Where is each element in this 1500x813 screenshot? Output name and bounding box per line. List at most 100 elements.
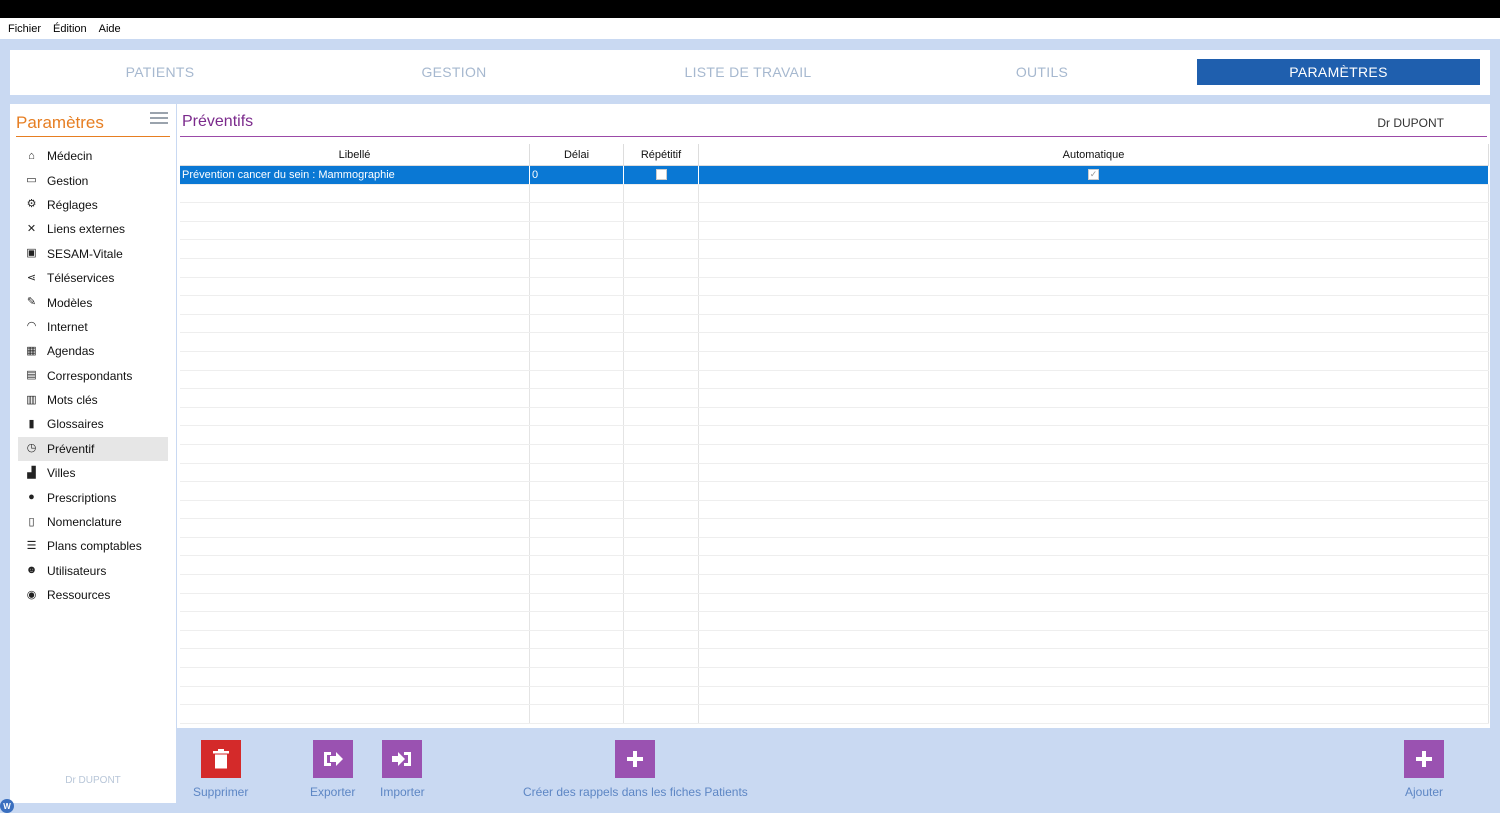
sidebar-item-villes[interactable]: ▟ Villes [18,461,168,485]
empty-cell [180,500,530,519]
title-divider [180,136,1487,137]
sidebar-item-sesam-vitale[interactable]: ▣ SESAM-Vitale [18,242,168,266]
sidebar-item-preventif[interactable]: ◷ Préventif [18,436,168,462]
cell-repetitif[interactable] [624,166,699,184]
import-icon [392,752,412,766]
empty-table-row [180,463,1489,483]
empty-table-row [180,184,1489,204]
hamburger-menu-icon[interactable] [150,112,168,126]
empty-cell [624,500,699,519]
create-reminders-action[interactable]: Créer des rappels dans les fiches Patien… [523,740,748,799]
sidebar-item-ressources[interactable]: ◉ Ressources [18,583,168,607]
create-reminders-label[interactable]: Créer des rappels dans les fiches Patien… [523,785,748,799]
column-header-automatique[interactable]: Automatique [699,144,1489,165]
sidebar-item-plans-comptables[interactable]: ☰ Plans comptables [18,534,168,558]
column-header-repetitif[interactable]: Répétitif [624,144,699,165]
import-label[interactable]: Importer [380,785,425,799]
empty-cell [624,184,699,203]
empty-cell [699,668,1489,686]
bar-chart-icon: ▥ [26,393,37,406]
empty-cell [530,351,624,370]
empty-cell [624,351,699,370]
empty-cell [699,426,1489,444]
table-row[interactable]: Prévention cancer du sein : Mammographie… [180,166,1489,185]
sidebar-item-internet[interactable]: ◠ Internet [18,315,168,339]
sidebar-item-label: Nomenclature [47,515,122,530]
delete-button[interactable] [200,740,241,778]
empty-cell [180,668,530,686]
window-titlebar [0,0,1500,18]
column-header-libelle[interactable]: Libellé [180,144,530,165]
cell-delai[interactable]: 0 [530,166,624,184]
sidebar-item-label: Prescriptions [47,490,117,505]
empty-cell [624,426,699,444]
menu-aide[interactable]: Aide [99,23,121,35]
sidebar-item-liens-externes[interactable]: ✕ Liens externes [18,217,168,241]
empty-cell [180,240,530,258]
sidebar-item-teleservices[interactable]: ⋖ Téléservices [18,266,168,290]
cell-automatique[interactable]: ✓ [699,166,1489,184]
empty-cell [180,296,530,314]
sidebar-item-nomenclature[interactable]: ▯ Nomenclature [18,510,168,534]
empty-cell [530,519,624,537]
sidebar-item-utilisateurs[interactable]: ☻ Utilisateurs [18,559,168,583]
empty-table-row [180,240,1489,259]
export-button[interactable] [312,740,353,778]
empty-cell [530,705,624,723]
repetitif-checkbox[interactable] [655,169,667,181]
sidebar-item-reglages[interactable]: ⚙ Réglages [18,193,168,217]
menu-edition[interactable]: Édition [53,23,87,35]
sidebar-item-prescriptions[interactable]: ● Prescriptions [18,485,168,509]
sidebar-nav: ⌂ Médecin ▭ Gestion ⚙ Réglages ✕ Liens externes… [18,144,168,607]
menu-bar: Fichier Édition Aide [0,18,1500,39]
binoculars-icon: ◉ [26,588,37,601]
empty-cell [699,649,1489,668]
sidebar-item-agendas[interactable]: ▦ Agendas [18,339,168,363]
empty-cell [530,203,624,221]
empty-cell [530,612,624,630]
add-button[interactable] [1404,740,1444,778]
empty-cell [530,370,624,389]
tab-liste-de-travail[interactable]: LISTE DE TRAVAIL [601,59,895,85]
add-action[interactable]: Ajouter [1404,740,1444,799]
empty-cell [530,482,624,500]
column-header-delai[interactable]: Délai [530,144,624,165]
empty-cell [530,444,624,463]
tab-parametres[interactable]: PARAMÈTRES [1197,59,1480,85]
delete-action[interactable]: Supprimer [193,740,248,799]
empty-cell [624,649,699,668]
sidebar-item-glossaires[interactable]: ▮ Glossaires [18,412,168,436]
cell-libelle[interactable]: Prévention cancer du sein : Mammographie [180,166,530,184]
empty-cell [699,296,1489,314]
sidebar-item-medecin[interactable]: ⌂ Médecin [18,144,168,168]
empty-cell [624,296,699,314]
sidebar-item-correspondants[interactable]: ▤ Correspondants [18,364,168,388]
sidebar-item-label: Téléservices [47,271,115,286]
empty-table-row [180,556,1489,576]
import-button[interactable] [382,740,423,778]
delete-label[interactable]: Supprimer [193,785,248,799]
create-reminders-button[interactable] [615,740,656,778]
automatique-checkbox[interactable]: ✓ [1088,169,1099,181]
content-panel: Préventifs Dr DUPONT Libellé Délai Répét… [177,104,1490,728]
empty-table-row [180,296,1489,315]
sidebar-item-modeles[interactable]: ✎ Modèles [18,290,168,314]
add-label[interactable]: Ajouter [1405,785,1443,799]
empty-cell [699,686,1489,705]
sidebar-item-label: SESAM-Vitale [47,246,123,261]
empty-cell [180,575,530,593]
menu-fichier[interactable]: Fichier [8,23,41,35]
empty-cell [624,612,699,630]
export-label[interactable]: Exporter [310,785,355,799]
empty-cell [530,537,624,556]
empty-cell [530,630,624,649]
tab-outils[interactable]: OUTILS [895,59,1189,85]
tab-gestion[interactable]: GESTION [307,59,601,85]
tab-patients[interactable]: PATIENTS [13,59,307,85]
empty-cell [530,389,624,407]
sidebar-item-mots-cles[interactable]: ▥ Mots clés [18,388,168,412]
import-action[interactable]: Importer [380,740,425,799]
sidebar-item-gestion[interactable]: ▭ Gestion [18,168,168,192]
sidebar-divider [16,136,170,137]
export-action[interactable]: Exporter [310,740,355,799]
